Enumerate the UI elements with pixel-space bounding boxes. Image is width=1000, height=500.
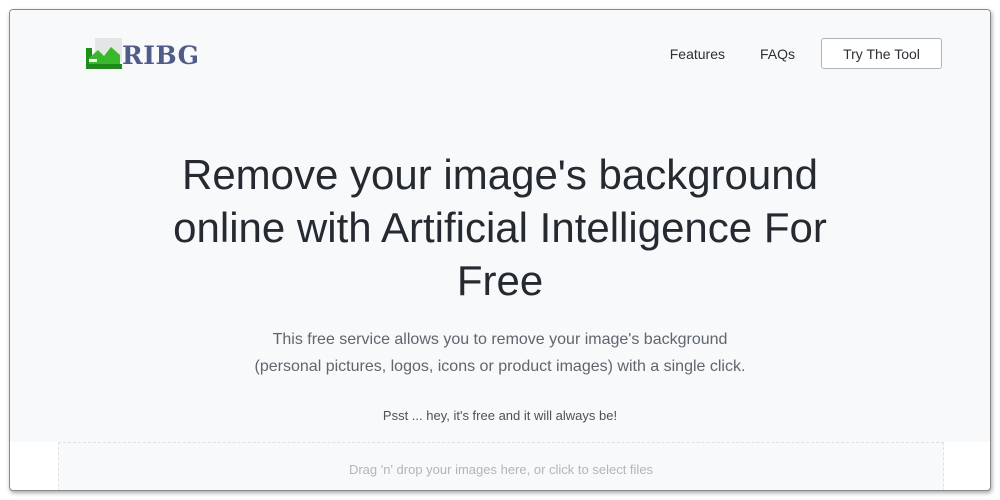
navbar: RIBG Features FAQs Try The Tool xyxy=(10,10,990,100)
try-the-tool-button[interactable]: Try The Tool xyxy=(821,38,942,69)
landscape-image-icon xyxy=(86,38,122,72)
browser-frame: RIBG Features FAQs Try The Tool Remove y… xyxy=(9,9,991,491)
hero-title-line: Remove your image's background xyxy=(181,151,818,198)
hero-title-line: online with Artificial Intelligence For xyxy=(173,204,827,251)
free-note: Psst ... hey, it's free and it will alwa… xyxy=(382,408,618,423)
hero-title-line: Free xyxy=(456,257,544,304)
image-dropzone[interactable]: Drag 'n' drop your images here, or click… xyxy=(58,442,944,490)
hero-subtitle: This free service allows you to remove y… xyxy=(10,326,990,380)
nav-link-features[interactable]: Features xyxy=(670,46,725,62)
hero-subtitle-line: This free service allows you to remove y… xyxy=(272,331,728,348)
logo-text: RIBG xyxy=(122,40,200,70)
nav-link-faqs[interactable]: FAQs xyxy=(760,46,795,62)
logo[interactable]: RIBG xyxy=(86,37,199,73)
hero-title: Remove your image's background online wi… xyxy=(10,148,990,307)
hero-subtitle-line: (personal pictures, logos, icons or prod… xyxy=(254,358,746,375)
nav-links: Features FAQs Try The Tool xyxy=(670,37,942,70)
dropzone-text: Drag 'n' drop your images here, or click… xyxy=(348,462,654,477)
